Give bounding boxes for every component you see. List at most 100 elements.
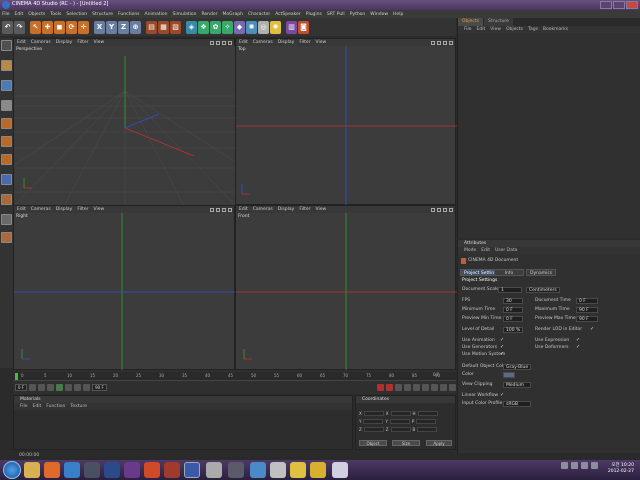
- coordinate-system-icon[interactable]: ⊕: [130, 20, 141, 34]
- premiere-icon[interactable]: [124, 462, 140, 478]
- vp-menu-view[interactable]: View: [93, 40, 104, 45]
- menu-animation[interactable]: Animation: [145, 12, 168, 17]
- vp-menu-display[interactable]: Display: [278, 207, 295, 212]
- maximize-view-icon[interactable]: [449, 40, 453, 45]
- network-icon[interactable]: [250, 462, 266, 478]
- input-color-dropdown[interactable]: sRGB: [503, 401, 531, 407]
- preview-min-field[interactable]: 0 F: [503, 316, 523, 322]
- attr-menu-edit[interactable]: Edit: [481, 248, 490, 253]
- apply-button[interactable]: Apply: [426, 440, 452, 446]
- object-mode-icon[interactable]: [1, 60, 12, 71]
- move-icon[interactable]: ✚: [42, 20, 53, 34]
- playhead-marker[interactable]: [15, 373, 18, 380]
- use-generators-checkbox[interactable]: ✓: [500, 345, 505, 350]
- pan-icon[interactable]: [210, 40, 214, 45]
- vp-menu-display[interactable]: Display: [56, 207, 73, 212]
- rot-h-field[interactable]: [417, 410, 438, 416]
- maximize-button[interactable]: [613, 1, 625, 9]
- zoom-icon[interactable]: [437, 40, 441, 45]
- network-tray-icon[interactable]: [581, 462, 588, 469]
- scene-icon[interactable]: ✺: [246, 20, 257, 34]
- menu-window[interactable]: Window: [370, 12, 388, 17]
- color-swatch[interactable]: [503, 372, 515, 378]
- subdivision-icon[interactable]: ❖: [198, 20, 209, 34]
- pos-z-field[interactable]: [363, 426, 384, 432]
- use-motion-checkbox[interactable]: ✓: [500, 352, 505, 357]
- messenger-icon[interactable]: [290, 462, 306, 478]
- linear-workflow-checkbox[interactable]: ✓: [500, 393, 505, 398]
- menu-structure[interactable]: Structure: [92, 12, 113, 17]
- viewport-front[interactable]: Edit Cameras Display Filter View Front: [235, 205, 457, 371]
- obj-menu-objects[interactable]: Objects: [506, 27, 523, 32]
- vp-menu-view[interactable]: View: [93, 207, 104, 212]
- orbit-icon[interactable]: [443, 40, 447, 45]
- menu-actspeaker[interactable]: ActSpeaker: [275, 12, 301, 17]
- spline-icon[interactable]: ✧: [222, 20, 233, 34]
- media-player-icon[interactable]: [270, 462, 286, 478]
- scale-icon[interactable]: ◼: [54, 20, 65, 34]
- mat-menu-function[interactable]: Function: [46, 404, 65, 409]
- use-animation-checkbox[interactable]: ✓: [500, 338, 505, 343]
- pla-key-icon[interactable]: [440, 384, 447, 391]
- axis-mode-icon[interactable]: [1, 174, 12, 185]
- rot-p-field[interactable]: [416, 418, 437, 424]
- rot-b-field[interactable]: [417, 426, 438, 432]
- tab-dynamics[interactable]: Dynamics: [526, 269, 556, 276]
- app-icon[interactable]: [84, 462, 100, 478]
- edges-mode-icon[interactable]: [1, 136, 12, 147]
- menu-edit[interactable]: Edit: [15, 12, 24, 17]
- recent-tool-icon[interactable]: ✛: [78, 20, 89, 34]
- parameter-key-icon[interactable]: [431, 384, 438, 391]
- vp-menu-display[interactable]: Display: [56, 40, 73, 45]
- array-icon[interactable]: ✿: [210, 20, 221, 34]
- menu-tools[interactable]: Tools: [50, 12, 61, 17]
- render-lod-checkbox[interactable]: ✓: [590, 327, 595, 332]
- obj-menu-tags[interactable]: Tags: [528, 27, 538, 32]
- polygons-mode-icon[interactable]: [1, 154, 12, 165]
- vp-menu-view[interactable]: View: [315, 207, 326, 212]
- illustrator-icon[interactable]: [144, 462, 160, 478]
- use-expression-checkbox[interactable]: ✓: [576, 338, 581, 343]
- size-z-field[interactable]: [390, 426, 411, 432]
- vp-menu-edit[interactable]: Edit: [239, 207, 248, 212]
- vp-menu-edit[interactable]: Edit: [239, 40, 248, 45]
- tab-info[interactable]: Info: [494, 269, 524, 276]
- redo-icon[interactable]: ↷: [14, 20, 25, 34]
- camera-icon[interactable]: ◎: [258, 20, 269, 34]
- max-time-field[interactable]: 90 F: [576, 307, 598, 313]
- object-dropdown[interactable]: Object: [359, 440, 387, 446]
- start-frame-field[interactable]: 0 F: [15, 384, 28, 391]
- folder-icon[interactable]: [310, 462, 326, 478]
- pan-icon[interactable]: [431, 40, 435, 45]
- record-icon[interactable]: [377, 384, 384, 391]
- paint-icon[interactable]: [332, 462, 348, 478]
- menu-mograph[interactable]: MoGraph: [223, 12, 243, 17]
- viewport-top[interactable]: Edit Cameras Display Filter View Top: [235, 38, 457, 206]
- viewport-perspective[interactable]: Edit Cameras Display Filter View Perspec…: [13, 38, 236, 206]
- close-button[interactable]: [626, 1, 638, 9]
- vp-menu-view[interactable]: View: [315, 40, 326, 45]
- maximize-view-icon[interactable]: [228, 207, 232, 212]
- prev-key-icon[interactable]: [38, 384, 46, 391]
- size-y-field[interactable]: [389, 418, 410, 424]
- render-view-icon[interactable]: ▤: [146, 20, 157, 34]
- menu-plugins[interactable]: Plugins: [306, 12, 322, 17]
- photoshop-icon[interactable]: [104, 462, 120, 478]
- pan-icon[interactable]: [431, 207, 435, 212]
- autokey-icon[interactable]: [386, 384, 393, 391]
- clock[interactable]: 오전 10:20 2012-02-27: [608, 463, 634, 475]
- firefox-icon[interactable]: [44, 462, 60, 478]
- vp-menu-cameras[interactable]: Cameras: [31, 207, 51, 212]
- light-icon[interactable]: ✹: [270, 20, 281, 34]
- view-clipping-dropdown[interactable]: Medium: [503, 382, 531, 388]
- menu-help[interactable]: Help: [393, 12, 403, 17]
- zoom-icon[interactable]: [437, 207, 441, 212]
- timeline-menu-icon[interactable]: [449, 384, 456, 391]
- solo-mode-icon[interactable]: [1, 232, 12, 243]
- pos-x-field[interactable]: [363, 410, 384, 416]
- vp-menu-edit[interactable]: Edit: [17, 207, 26, 212]
- points-mode-icon[interactable]: [1, 118, 12, 129]
- mat-menu-edit[interactable]: Edit: [33, 404, 42, 409]
- rotation-key-icon[interactable]: [422, 384, 429, 391]
- document-scale-unit-dropdown[interactable]: Centimeters: [526, 287, 560, 293]
